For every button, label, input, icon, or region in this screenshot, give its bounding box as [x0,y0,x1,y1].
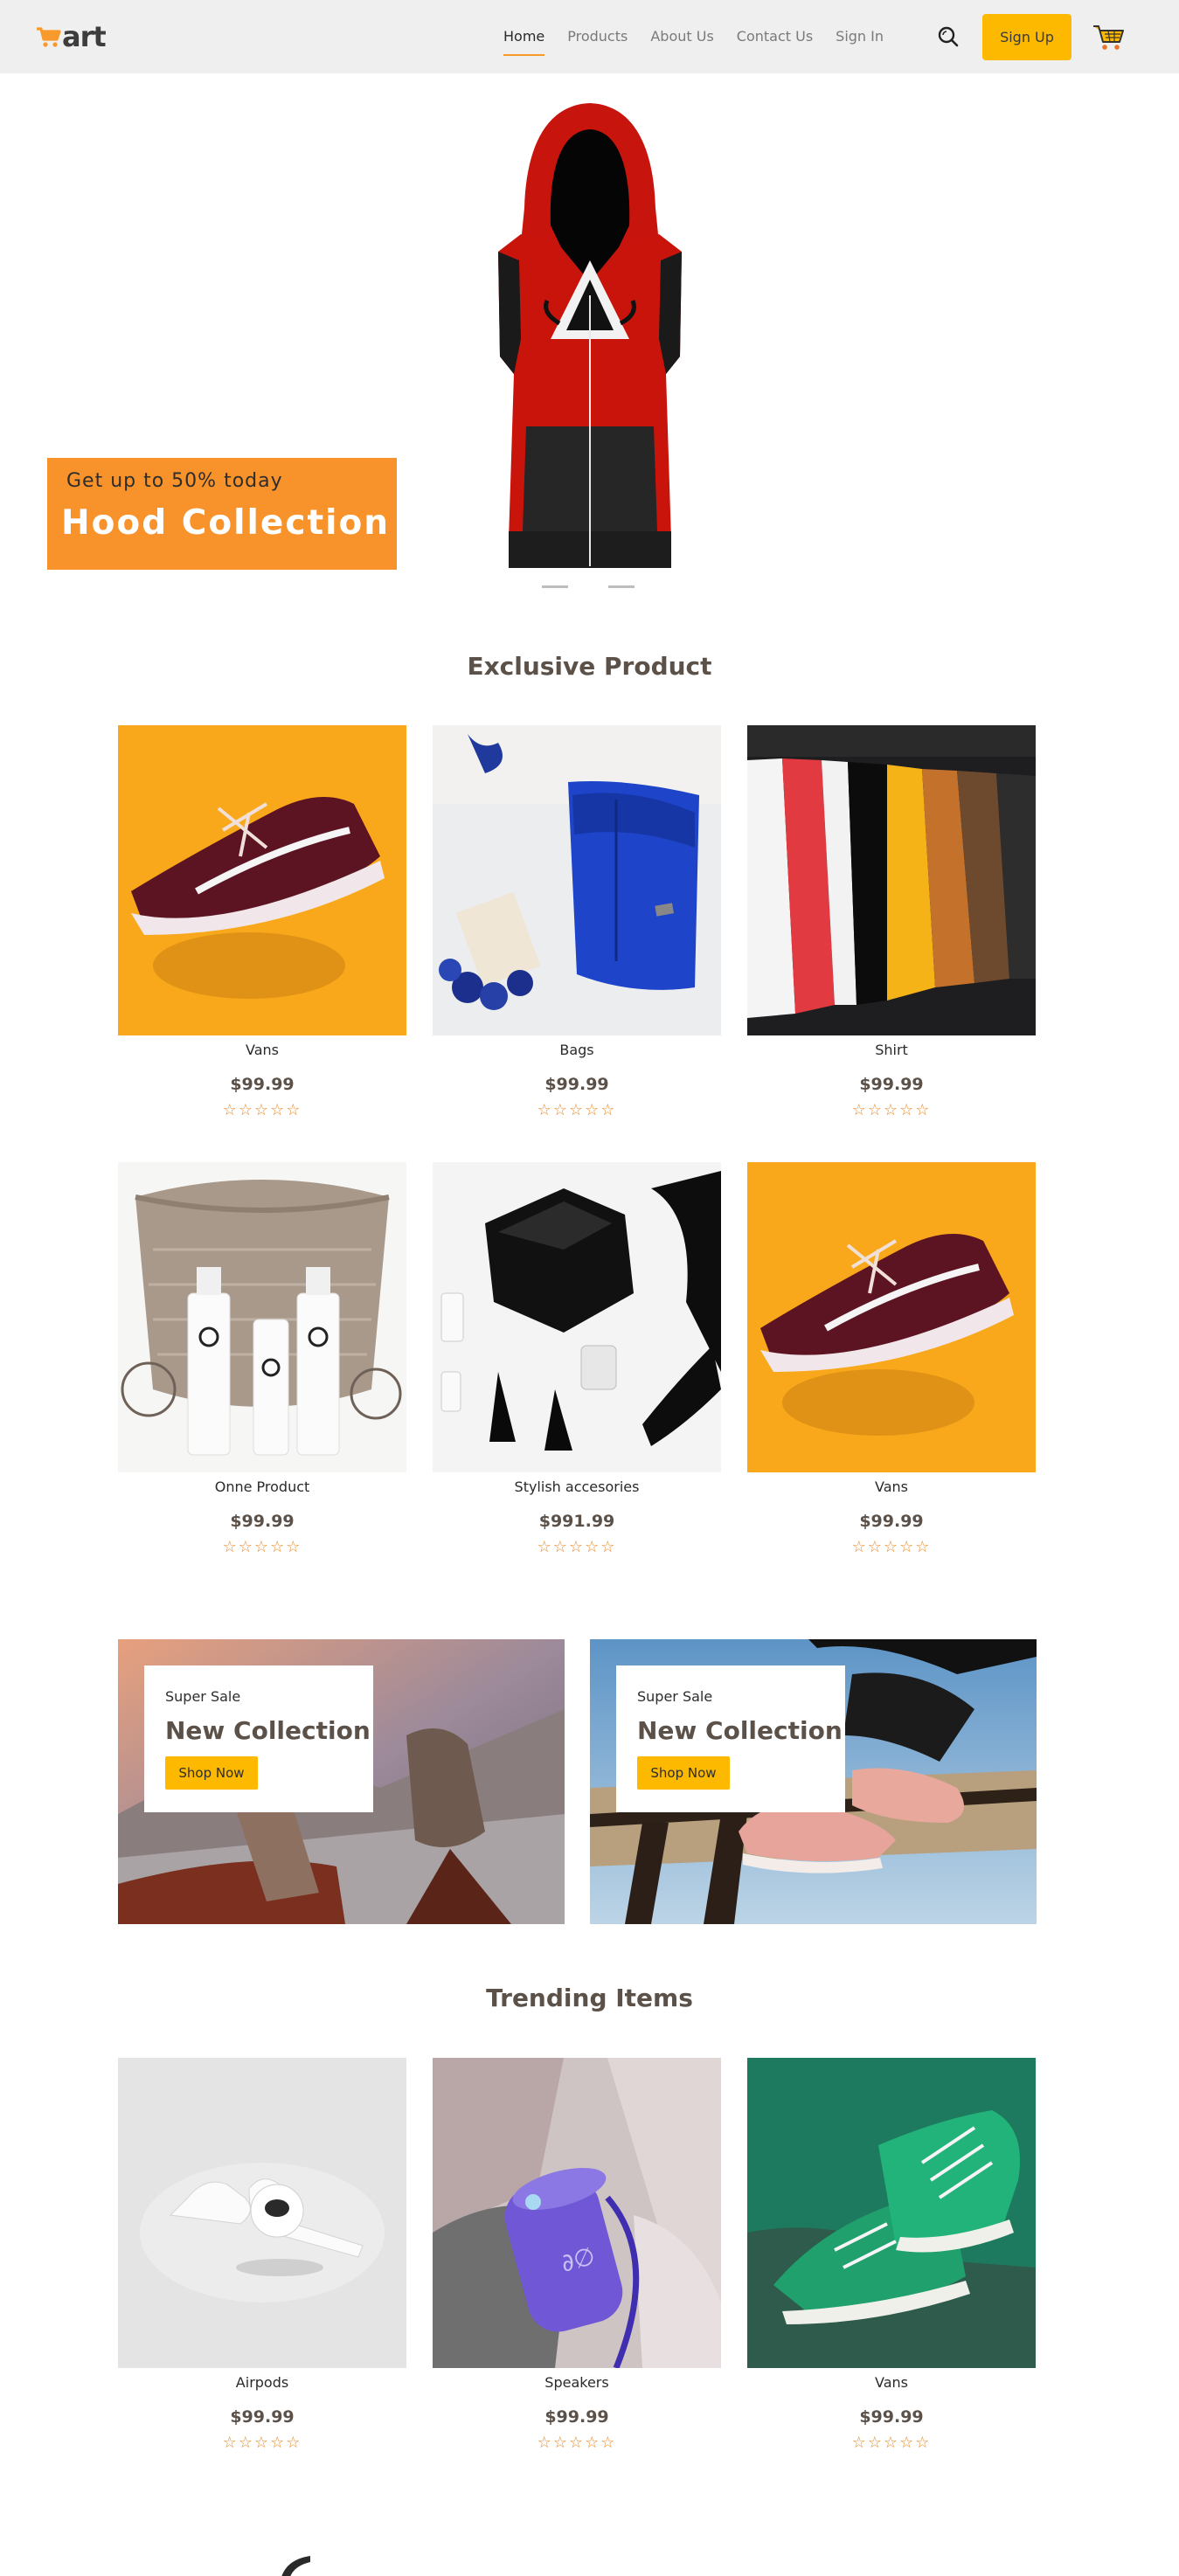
product-rating-stars: ☆☆☆☆☆ [851,2434,932,2452]
product-card[interactable]: Vans $99.99 ☆☆☆☆☆ [747,2058,1036,2452]
sale-title: New Collection [165,1716,371,1745]
product-image [433,725,721,1035]
exclusive-product-title: Exclusive Product [467,652,712,681]
product-rating-stars: ☆☆☆☆☆ [851,1538,932,1556]
product-price: $991.99 [538,1512,615,1531]
product-card[interactable]: Bags $99.99 ☆☆☆☆☆ [433,725,721,1119]
product-name: Airpods [235,2374,289,2391]
product-image [118,2058,406,2368]
logo-text: art [62,20,107,53]
product-card[interactable]: Airpods $99.99 ☆☆☆☆☆ [118,2058,406,2452]
product-rating-stars: ☆☆☆☆☆ [537,2434,617,2452]
product-image [747,2058,1036,2368]
nav-home[interactable]: Home [503,0,545,73]
sale-title: New Collection [637,1716,843,1745]
hood-vest-image [498,103,682,568]
sale-label: Super Sale [165,1688,241,1705]
product-rating-stars: ☆☆☆☆☆ [222,1101,302,1119]
shop-now-button[interactable]: Shop Now [165,1756,258,1790]
product-card[interactable]: ∂∅ Speakers $99.99 ☆☆☆☆☆ [433,2058,721,2452]
product-card[interactable]: Onne Product $99.99 ☆☆☆☆☆ [118,1162,406,1556]
hero-promo-box: Get up to 50% today Hood Collection [47,458,397,570]
nav-about-us[interactable]: About Us [650,0,713,73]
product-image [747,725,1036,1035]
product-image [747,1162,1036,1472]
product-name: Shirt [875,1042,908,1058]
cart-logo-icon [37,27,61,47]
product-price: $99.99 [859,2407,924,2427]
hero-title: Hood Collection [61,503,391,543]
search-button[interactable] [935,24,961,50]
sale-card: Super Sale New Collection Shop Now [616,1665,845,1812]
product-card[interactable]: Stylish accesories $991.99 ☆☆☆☆☆ [433,1162,721,1556]
carousel-indicators [542,585,635,588]
product-name: Vans [875,2374,908,2391]
product-name: Onne Product [214,1478,310,1495]
sign-up-button[interactable]: Sign Up [982,14,1072,60]
main-nav: Home Products About Us Contact Us Sign I… [489,0,906,73]
product-card[interactable]: Shirt $99.99 ☆☆☆☆☆ [747,725,1036,1119]
footer-decoration [281,2556,310,2576]
site-header: art Home Products About Us Contact Us Si… [0,0,1179,73]
cart-button[interactable] [1091,22,1126,52]
product-card[interactable]: Vans $99.99 ☆☆☆☆☆ [118,725,406,1119]
product-price: $99.99 [230,1075,295,1094]
carousel-dot-1[interactable] [542,585,568,588]
carousel-dot-2[interactable] [575,585,601,588]
product-rating-stars: ☆☆☆☆☆ [537,1101,617,1119]
product-rating-stars: ☆☆☆☆☆ [222,2434,302,2452]
product-image [118,1162,406,1472]
product-price: $99.99 [230,1512,295,1531]
logo[interactable]: art [35,19,107,54]
product-image [118,725,406,1035]
product-rating-stars: ☆☆☆☆☆ [222,1538,302,1556]
product-price: $99.99 [544,1075,609,1094]
product-name: Bags [559,1042,594,1058]
trending-items-title: Trending Items [486,1984,693,2012]
hero-slider: Get up to 50% today Hood Collection [0,73,1179,615]
product-price: $99.99 [230,2407,295,2427]
product-name: Vans [875,1478,908,1495]
shopping-cart-icon [1093,25,1124,50]
sale-card: Super Sale New Collection Shop Now [144,1665,373,1812]
product-rating-stars: ☆☆☆☆☆ [537,1538,617,1556]
shop-now-button[interactable]: Shop Now [637,1756,730,1790]
product-price: $99.99 [859,1075,924,1094]
sale-banner-right[interactable]: Super Sale New Collection Shop Now [590,1639,1037,1924]
sale-banner-left[interactable]: Super Sale New Collection Shop Now [118,1639,565,1924]
nav-sign-in[interactable]: Sign In [836,0,884,73]
nav-contact-us[interactable]: Contact Us [737,0,813,73]
hero-subtitle: Get up to 50% today [66,470,283,492]
product-name: Speakers [544,2374,609,2391]
product-price: $99.99 [859,1512,924,1531]
product-image [433,1162,721,1472]
search-icon [938,26,959,47]
product-price: $99.99 [544,2407,609,2427]
product-name: Vans [246,1042,279,1058]
carousel-dot-3[interactable] [608,585,635,588]
product-image: ∂∅ [433,2058,721,2368]
product-rating-stars: ☆☆☆☆☆ [851,1101,932,1119]
product-name: Stylish accesories [514,1478,640,1495]
sale-label: Super Sale [637,1688,713,1705]
nav-products[interactable]: Products [567,0,628,73]
product-card[interactable]: Vans $99.99 ☆☆☆☆☆ [747,1162,1036,1556]
